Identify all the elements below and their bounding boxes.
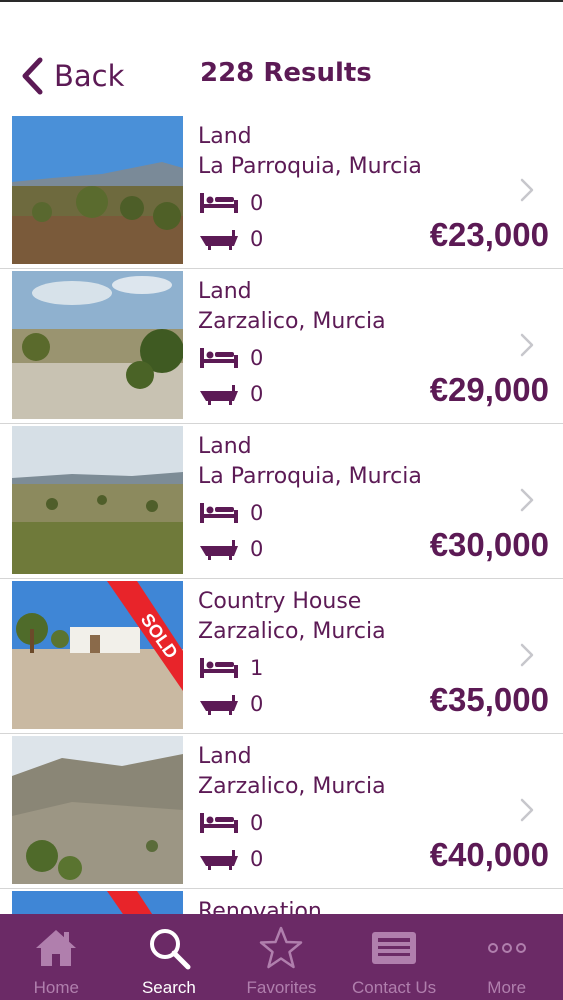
back-button[interactable]: Back	[16, 54, 124, 98]
bathrooms-row: 0	[198, 536, 263, 562]
listing-item[interactable]: Land La Parroquia, Murcia 0 0 €30,000	[0, 424, 563, 579]
bathrooms-row: 0	[198, 381, 263, 407]
bedrooms-count: 1	[250, 656, 264, 680]
tab-more[interactable]: More	[450, 914, 563, 1000]
bedrooms-row: 0	[198, 500, 263, 526]
chevron-right-icon	[520, 333, 534, 357]
bedrooms-row: 1	[198, 655, 263, 681]
listing-item[interactable]: SOLD Country House Zarzalico, Murcia 1 0	[0, 579, 563, 734]
chevron-right-icon	[520, 643, 534, 667]
listing-item[interactable]: Land Zarzalico, Murcia 0 0 €29,000	[0, 269, 563, 424]
property-price: €35,000	[429, 681, 549, 718]
property-photo	[12, 736, 183, 884]
bed-icon	[200, 813, 238, 833]
more-dots-icon	[487, 943, 526, 953]
chevron-left-icon	[22, 57, 43, 95]
bathtub-icon	[200, 850, 238, 870]
tab-search[interactable]: Search	[113, 914, 226, 1000]
tab-label: Search	[141, 978, 196, 997]
bed-icon	[200, 503, 238, 523]
bedrooms-count: 0	[250, 191, 264, 215]
property-price: €29,000	[429, 371, 549, 408]
navigation-bar: Back 228 Results	[0, 40, 563, 112]
bathrooms-row: 0	[198, 226, 263, 252]
property-type: Land	[198, 124, 252, 149]
property-price: €23,000	[429, 216, 549, 253]
property-location: Zarzalico, Murcia	[198, 619, 386, 644]
tab-bar: Home Search Favorites Contact Us More	[0, 914, 563, 1000]
bed-icon	[200, 348, 238, 368]
tab-favorites[interactable]: Favorites	[225, 914, 338, 1000]
home-icon	[36, 930, 77, 966]
property-type: Renovation	[198, 899, 322, 914]
property-photo: SOLD	[12, 581, 183, 729]
chevron-right-icon	[520, 488, 534, 512]
listing-item[interactable]: Land Zarzalico, Murcia 0 0 €40,000	[0, 734, 563, 889]
bedrooms-count: 0	[250, 501, 264, 525]
search-icon	[149, 929, 191, 970]
tab-label: More	[487, 978, 527, 997]
bathrooms-row: 0	[198, 846, 263, 872]
property-type: Land	[198, 279, 252, 304]
bathrooms-count: 0	[250, 537, 264, 561]
property-price: €30,000	[429, 526, 549, 563]
property-photo	[12, 271, 183, 419]
property-location: La Parroquia, Murcia	[198, 154, 422, 179]
bathrooms-count: 0	[250, 382, 264, 406]
bed-icon	[200, 193, 238, 213]
tab-label: Home	[33, 978, 79, 997]
back-label: Back	[54, 59, 125, 93]
chevron-right-icon	[520, 798, 534, 822]
property-photo	[12, 426, 183, 574]
bathtub-icon	[200, 230, 238, 250]
bed-icon	[200, 658, 238, 678]
property-type: Land	[198, 744, 252, 769]
bedrooms-row: 0	[198, 810, 263, 836]
results-count-title: 228 Results	[200, 58, 372, 88]
bathrooms-row: 0	[198, 691, 263, 717]
bedrooms-row: 0	[198, 190, 263, 216]
listing-list[interactable]: Land La Parroquia, Murcia 0 0 €23,000 La…	[0, 114, 563, 914]
property-location: La Parroquia, Murcia	[198, 464, 422, 489]
bathtub-icon	[200, 540, 238, 560]
tab-label: Favorites	[246, 978, 317, 997]
property-type: Country House	[198, 589, 362, 614]
property-photo	[12, 891, 183, 914]
tab-label: Contact Us	[352, 978, 437, 997]
status-bar-edge	[0, 0, 563, 2]
bathrooms-count: 0	[250, 227, 264, 251]
property-location: Zarzalico, Murcia	[198, 774, 386, 799]
tab-contact-us[interactable]: Contact Us	[338, 914, 451, 1000]
bathrooms-count: 0	[250, 692, 264, 716]
bathtub-icon	[200, 385, 238, 405]
bedrooms-count: 0	[250, 811, 264, 835]
bedrooms-count: 0	[250, 346, 264, 370]
property-photo	[12, 116, 183, 264]
chevron-right-icon	[520, 178, 534, 202]
bathtub-icon	[200, 695, 238, 715]
property-type: Land	[198, 434, 252, 459]
property-location: Zarzalico, Murcia	[198, 309, 386, 334]
bedrooms-row: 0	[198, 345, 263, 371]
star-icon	[260, 926, 303, 969]
bathrooms-count: 0	[250, 847, 264, 871]
contact-card-icon	[372, 932, 417, 964]
property-price: €40,000	[429, 836, 549, 873]
listing-item[interactable]: Renovation	[0, 889, 563, 914]
tab-home[interactable]: Home	[0, 914, 113, 1000]
listing-item[interactable]: Land La Parroquia, Murcia 0 0 €23,000	[0, 114, 563, 269]
